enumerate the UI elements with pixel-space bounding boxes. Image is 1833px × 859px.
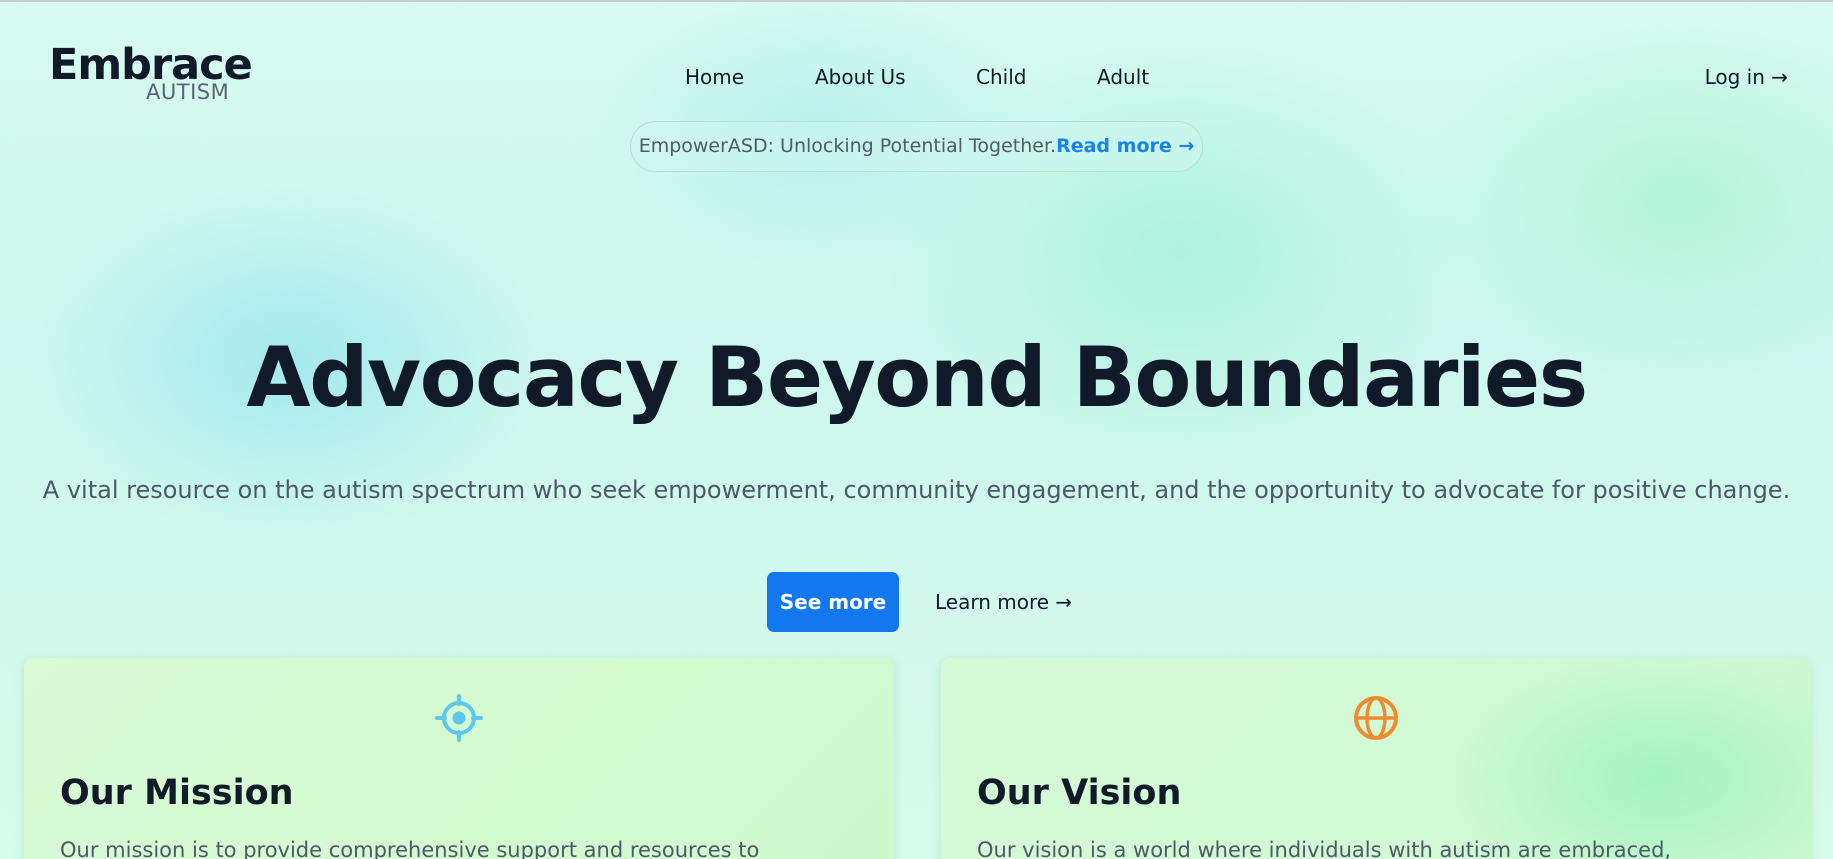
mission-card: Our Mission Our mission is to provide co… — [24, 658, 894, 859]
login-link[interactable]: Log in → — [1705, 64, 1788, 90]
nav-item-home[interactable]: Home — [685, 64, 744, 90]
hero-title: Advocacy Beyond Boundaries — [246, 329, 1588, 426]
see-more-button[interactable]: See more — [767, 572, 899, 632]
nav-item-about-us[interactable]: About Us — [815, 64, 906, 90]
announcement-message: EmpowerASD: Unlocking Potential Together… — [638, 135, 1057, 157]
vision-text: Our vision is a world where individuals … — [977, 838, 1672, 859]
mission-text: Our mission is to provide comprehensive … — [60, 838, 760, 859]
nav-item-adult[interactable]: Adult — [1097, 64, 1149, 90]
announcement-banner: EmpowerASD: Unlocking Potential Together… — [630, 121, 1203, 172]
mission-title: Our Mission — [60, 773, 294, 813]
globe-icon — [1352, 694, 1400, 742]
vision-card: Our Vision Our vision is a world where i… — [941, 658, 1811, 859]
learn-more-link[interactable]: Learn more → — [935, 589, 1072, 615]
hero-subtitle: A vital resource on the autism spectrum … — [42, 476, 1791, 504]
nav-item-child[interactable]: Child — [976, 64, 1026, 90]
vision-title: Our Vision — [977, 773, 1182, 813]
target-icon — [435, 694, 483, 742]
main-nav: Home About Us Child Adult — [0, 64, 1833, 94]
top-border — [0, 0, 1833, 2]
announcement-read-more-link[interactable]: Read more → — [1056, 135, 1194, 157]
